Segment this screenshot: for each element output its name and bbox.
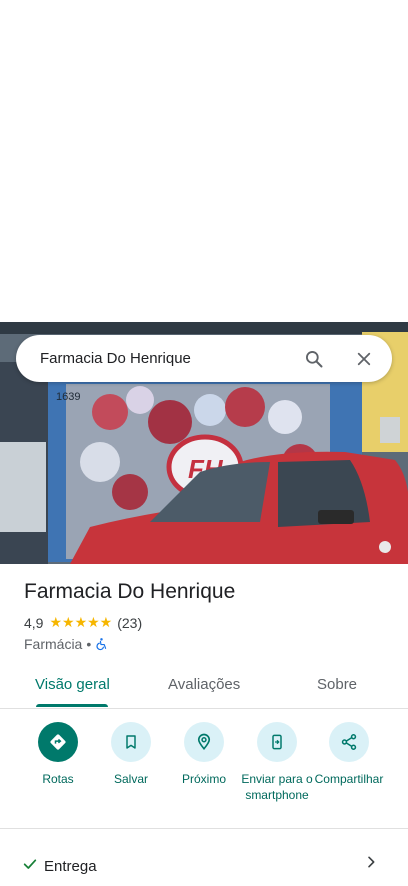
share-label: Compartilhar: [314, 772, 384, 786]
nearby-icon: [184, 722, 224, 762]
send-to-phone-label: Enviar para o smartphone: [241, 772, 313, 802]
check-icon: [22, 856, 38, 877]
active-tab-indicator: [36, 704, 108, 707]
wheelchair-accessible-icon: [95, 637, 108, 651]
tab-about[interactable]: Sobre: [317, 676, 357, 693]
action-bar: Rotas Salvar Próximo Enviar para o smart…: [0, 722, 408, 822]
nearby-label: Próximo: [181, 772, 226, 786]
tab-overview[interactable]: Visão geral: [35, 676, 110, 693]
rating-value: 4,9: [24, 614, 44, 631]
bookmark-icon: [111, 722, 151, 762]
send-to-phone-icon: [257, 722, 297, 762]
chevron-right-icon[interactable]: [363, 854, 379, 875]
share-button[interactable]: Compartilhar: [312, 722, 386, 787]
close-icon[interactable]: [352, 347, 376, 371]
search-input[interactable]: Farmacia Do Henrique: [40, 350, 302, 367]
tab-reviews[interactable]: Avaliações: [168, 676, 240, 693]
search-bar[interactable]: Farmacia Do Henrique: [16, 335, 392, 382]
separator: •: [86, 636, 92, 652]
search-icon[interactable]: [302, 347, 326, 371]
storefront-number: 1639: [56, 391, 80, 403]
section-divider: [0, 828, 408, 829]
nearby-button[interactable]: Próximo: [166, 722, 242, 787]
share-icon: [329, 722, 369, 762]
directions-label: Rotas: [42, 772, 74, 786]
star-rating-icon: ★★★★★: [49, 614, 113, 630]
place-category: Farmácia: [24, 636, 83, 652]
place-title: Farmacia Do Henrique: [24, 580, 236, 603]
save-label: Salvar: [113, 772, 148, 786]
category-row: Farmácia •: [24, 636, 108, 652]
send-to-phone-button[interactable]: Enviar para o smartphone: [239, 722, 315, 803]
review-count[interactable]: (23): [117, 615, 142, 631]
directions-icon: [38, 722, 78, 762]
rating-row[interactable]: 4,9 ★★★★★ (23): [24, 614, 142, 631]
save-button[interactable]: Salvar: [93, 722, 169, 787]
delivery-row[interactable]: Entrega: [0, 846, 408, 882]
directions-button[interactable]: Rotas: [20, 722, 96, 787]
delivery-label: Entrega: [44, 858, 97, 875]
place-tabs: Visão geral Avaliações Sobre: [0, 666, 408, 709]
